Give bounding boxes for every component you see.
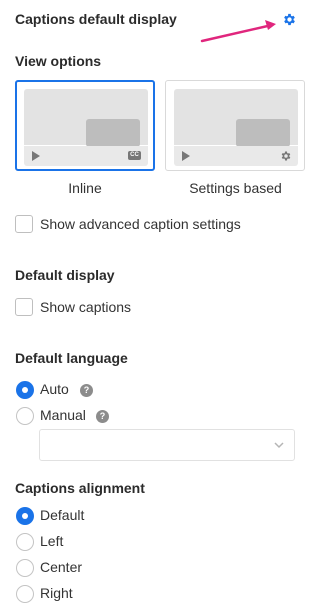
alignment-default-label: Default: [40, 507, 85, 523]
caption-tile: [236, 119, 290, 147]
default-display-heading: Default display: [15, 267, 115, 283]
language-manual-label: Manual: [40, 407, 86, 423]
alignment-left-label: Left: [40, 533, 64, 549]
view-option-settings-based-label: Settings based: [189, 180, 282, 196]
view-option-inline-card[interactable]: CC: [15, 80, 155, 171]
chevron-down-icon: [274, 442, 284, 449]
help-icon[interactable]: ?: [96, 410, 109, 423]
view-options-heading: View options: [15, 53, 102, 69]
alignment-left-radio[interactable]: [16, 533, 34, 551]
page-title: Captions default display: [15, 11, 177, 27]
alignment-center-radio[interactable]: [16, 559, 34, 577]
view-option-inline-label: Inline: [68, 180, 102, 196]
player-controls: [174, 146, 298, 166]
gear-icon: [281, 151, 291, 161]
annotation-arrow: [200, 20, 276, 43]
advanced-caption-settings-checkbox[interactable]: [15, 215, 33, 233]
player-controls: CC: [24, 146, 148, 166]
play-icon: [32, 151, 40, 161]
play-icon: [182, 151, 190, 161]
video-preview: [174, 89, 298, 147]
show-captions-label: Show captions: [40, 299, 132, 315]
advanced-caption-settings-label: Show advanced caption settings: [40, 216, 241, 232]
language-auto-radio[interactable]: [16, 381, 34, 399]
alignment-center-label: Center: [40, 559, 83, 575]
alignment-right-radio[interactable]: [16, 585, 34, 603]
language-select[interactable]: [39, 429, 295, 461]
video-preview: [24, 89, 148, 147]
gear-icon[interactable]: [282, 12, 297, 27]
language-manual-radio[interactable]: [16, 407, 34, 425]
default-language-heading: Default language: [15, 350, 128, 366]
show-captions-checkbox[interactable]: [15, 298, 33, 316]
language-auto-label: Auto: [40, 381, 69, 397]
captions-alignment-heading: Captions alignment: [15, 480, 145, 496]
caption-tile: [86, 119, 140, 147]
help-icon[interactable]: ?: [80, 384, 93, 397]
closed-captions-icon: CC: [128, 151, 141, 160]
view-option-settings-based-card[interactable]: [165, 80, 305, 171]
alignment-default-radio[interactable]: [16, 507, 34, 525]
alignment-right-label: Right: [40, 585, 73, 601]
